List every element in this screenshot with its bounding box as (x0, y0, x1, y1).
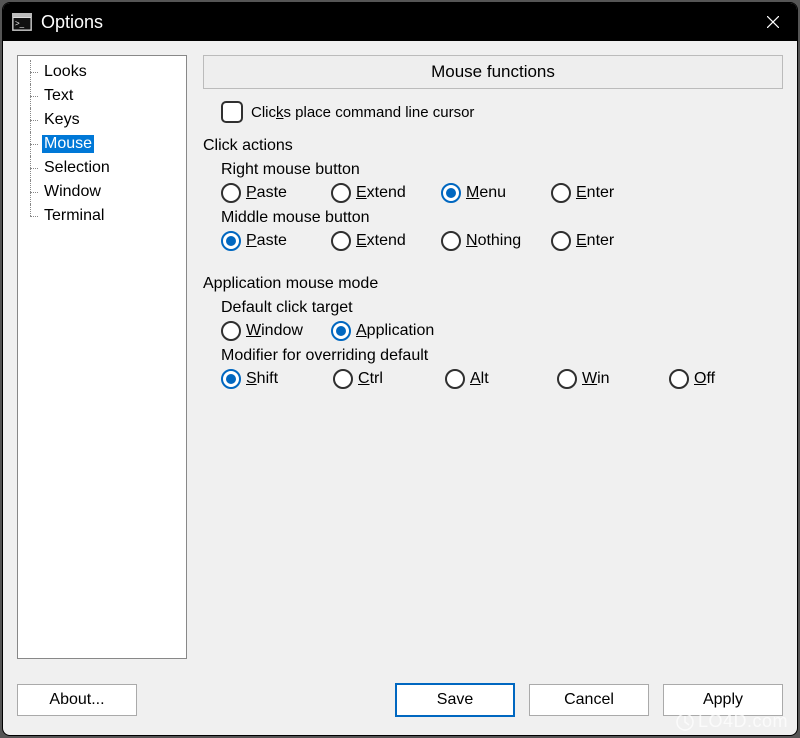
radio-icon (441, 231, 461, 251)
close-button[interactable] (749, 3, 797, 41)
sidebar-item-label: Selection (42, 159, 112, 177)
clicks-place-cursor-label: Clicks place command line cursor (251, 104, 474, 121)
clicks-place-cursor-checkbox[interactable] (221, 101, 243, 123)
default-click-target-radios: Window Application (221, 321, 783, 341)
right-mouse-radio-extend[interactable]: Extend (331, 183, 423, 203)
click-target-radio-application[interactable]: Application (331, 321, 434, 341)
middle-mouse-radio-extend[interactable]: Extend (331, 231, 423, 251)
radio-label: Paste (246, 232, 287, 250)
modifier-radio-alt[interactable]: Alt (445, 369, 537, 389)
middle-mouse-radios: Paste Extend Nothing Enter (221, 231, 783, 251)
radio-icon (551, 183, 571, 203)
tree-line-icon (24, 60, 42, 84)
modifier-radio-ctrl[interactable]: Ctrl (333, 369, 425, 389)
terminal-icon: >_ (11, 11, 33, 33)
clicks-place-cursor-row: Clicks place command line cursor (203, 101, 783, 123)
sidebar-item-label: Mouse (42, 135, 94, 153)
about-button[interactable]: About... (17, 684, 137, 716)
main-panel: Mouse functions Clicks place command lin… (203, 55, 783, 659)
radio-label: Shift (246, 370, 278, 388)
svg-text:>_: >_ (15, 19, 25, 28)
radio-label: Extend (356, 232, 406, 250)
radio-label: Nothing (466, 232, 521, 250)
apply-button[interactable]: Apply (663, 684, 783, 716)
tree-line-icon (24, 84, 42, 108)
middle-mouse-radio-enter[interactable]: Enter (551, 231, 643, 251)
middle-mouse-radio-paste[interactable]: Paste (221, 231, 313, 251)
sidebar-item-mouse[interactable]: Mouse (18, 132, 186, 156)
sidebar-item-label: Keys (42, 111, 82, 129)
sidebar-item-window[interactable]: Window (18, 180, 186, 204)
tree-line-icon (24, 132, 42, 156)
radio-icon (333, 369, 353, 389)
dialog-buttons: About... Save Cancel Apply (3, 673, 797, 735)
radio-icon (221, 183, 241, 203)
sidebar-item-label: Text (42, 87, 75, 105)
sidebar-item-label: Terminal (42, 207, 106, 225)
app-mouse-mode-group: Application mouse mode Default click tar… (203, 275, 783, 395)
radio-icon (557, 369, 577, 389)
radio-label: Enter (576, 232, 614, 250)
modifier-override-radios: Shift Ctrl Alt Win Off (221, 369, 783, 389)
save-button[interactable]: Save (395, 683, 515, 717)
titlebar: >_ Options (3, 3, 797, 41)
right-mouse-radios: Paste Extend Menu Enter (221, 183, 783, 203)
sidebar-item-text[interactable]: Text (18, 84, 186, 108)
radio-label: Paste (246, 184, 287, 202)
radio-label: Win (582, 370, 610, 388)
window-title: Options (41, 12, 103, 33)
right-mouse-radio-menu[interactable]: Menu (441, 183, 533, 203)
right-mouse-title: Right mouse button (221, 161, 783, 179)
tree-line-icon (24, 108, 42, 132)
modifier-radio-shift[interactable]: Shift (221, 369, 313, 389)
radio-label: Ctrl (358, 370, 383, 388)
right-mouse-radio-enter[interactable]: Enter (551, 183, 643, 203)
options-window: >_ Options Looks Text Keys Mouse Selection Wi… (2, 2, 798, 736)
click-actions-group: Click actions Right mouse button Paste Ex… (203, 137, 783, 257)
sidebar-item-label: Window (42, 183, 103, 201)
radio-icon (331, 231, 351, 251)
sidebar-item-looks[interactable]: Looks (18, 60, 186, 84)
radio-label: Window (246, 322, 303, 340)
radio-icon (331, 183, 351, 203)
radio-icon (445, 369, 465, 389)
modifier-radio-win[interactable]: Win (557, 369, 649, 389)
sidebar-item-selection[interactable]: Selection (18, 156, 186, 180)
modifier-radio-off[interactable]: Off (669, 369, 761, 389)
middle-mouse-title: Middle mouse button (221, 209, 783, 227)
sidebar-item-label: Looks (42, 63, 89, 81)
default-click-target-title: Default click target (221, 299, 783, 317)
radio-label: Enter (576, 184, 614, 202)
radio-icon (441, 183, 461, 203)
tree-line-icon (24, 156, 42, 180)
radio-icon (331, 321, 351, 341)
radio-icon (551, 231, 571, 251)
tree-line-icon (24, 180, 42, 204)
click-target-radio-window[interactable]: Window (221, 321, 313, 341)
section-header: Mouse functions (203, 55, 783, 89)
radio-label: Off (694, 370, 715, 388)
radio-label: Extend (356, 184, 406, 202)
category-sidebar: Looks Text Keys Mouse Selection Window Termina… (17, 55, 187, 659)
radio-label: Menu (466, 184, 506, 202)
content-area: Looks Text Keys Mouse Selection Window Termina… (3, 41, 797, 673)
middle-mouse-radio-nothing[interactable]: Nothing (441, 231, 533, 251)
sidebar-item-terminal[interactable]: Terminal (18, 204, 186, 228)
modifier-override-title: Modifier for overriding default (221, 347, 783, 365)
radio-icon (221, 369, 241, 389)
radio-label: Application (356, 322, 434, 340)
radio-label: Alt (470, 370, 489, 388)
radio-icon (669, 369, 689, 389)
right-mouse-radio-paste[interactable]: Paste (221, 183, 313, 203)
sidebar-item-keys[interactable]: Keys (18, 108, 186, 132)
app-mouse-mode-title: Application mouse mode (203, 275, 783, 293)
click-actions-title: Click actions (203, 137, 783, 155)
cancel-button[interactable]: Cancel (529, 684, 649, 716)
radio-icon (221, 231, 241, 251)
radio-icon (221, 321, 241, 341)
tree-line-icon (24, 204, 42, 228)
